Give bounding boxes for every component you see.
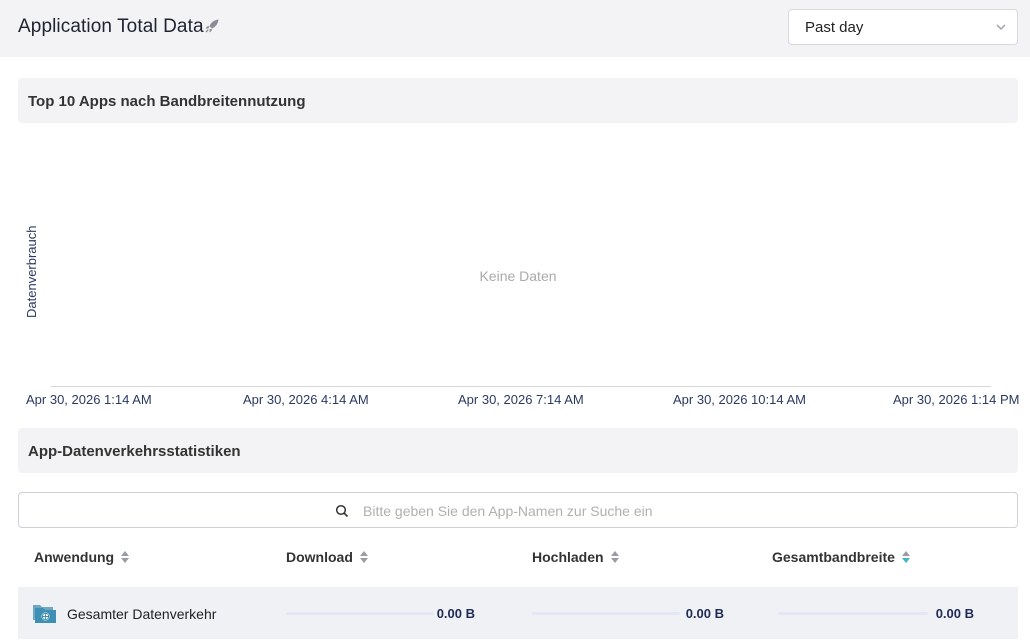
table-row[interactable]: Gesamter Datenverkehr 0.00 B 0.00 B 0.00… (18, 587, 1018, 639)
top-apps-heading: Top 10 Apps nach Bandbreitennutzung (28, 93, 306, 110)
column-label: Download (286, 549, 353, 565)
download-value: 0.00 B (436, 606, 475, 621)
column-label: Gesamtbandbreite (772, 549, 895, 565)
download-bar (286, 612, 434, 615)
time-range-value: Past day (805, 19, 864, 36)
total-bar (778, 612, 928, 615)
column-header-download[interactable]: Download (286, 549, 369, 565)
rocket-icon (205, 19, 219, 33)
sort-icon-active[interactable] (901, 550, 911, 564)
app-search-box[interactable] (18, 492, 1018, 528)
bandwidth-chart: Datenverbrauch Keine Daten Apr 30, 2026 … (18, 130, 1020, 420)
top-bar: Application Total Data Past day (0, 0, 1030, 57)
traffic-stats-heading: App-Datenverkehrsstatistiken (28, 443, 241, 460)
upload-bar (532, 612, 680, 615)
chart-x-axis-line (51, 386, 991, 387)
no-data-message: Keine Daten (479, 268, 557, 284)
column-header-total-bandwidth[interactable]: Gesamtbandbreite (772, 549, 911, 565)
app-search-input[interactable] (363, 499, 963, 523)
sort-icon[interactable] (359, 550, 369, 564)
x-tick-label: Apr 30, 2026 7:14 AM (458, 392, 584, 407)
x-tick-label: Apr 30, 2026 10:14 AM (673, 392, 806, 407)
column-label: Hochladen (532, 549, 604, 565)
column-label: Anwendung (34, 549, 115, 565)
search-icon (335, 504, 349, 518)
column-header-upload[interactable]: Hochladen (532, 549, 620, 565)
top-apps-header: Top 10 Apps nach Bandbreitennutzung (18, 78, 1018, 123)
traffic-stats-header: App-Datenverkehrsstatistiken (18, 428, 1018, 473)
time-range-select[interactable]: Past day (788, 9, 1018, 45)
chevron-down-icon (996, 24, 1006, 30)
table-header: Anwendung Download Hochladen Gesamtbandb… (18, 538, 1018, 578)
x-tick-label: Apr 30, 2026 1:14 PM (893, 392, 1020, 407)
total-value: 0.00 B (935, 606, 974, 621)
sort-icon[interactable] (610, 550, 620, 564)
x-tick-label: Apr 30, 2026 4:14 AM (243, 392, 369, 407)
upload-value: 0.00 B (685, 606, 724, 621)
app-name: Gesamter Datenverkehr (67, 606, 217, 622)
page-title: Application Total Data (18, 16, 204, 37)
folder-globe-icon (33, 605, 56, 623)
sort-icon[interactable] (120, 550, 130, 564)
x-tick-label: Apr 30, 2026 1:14 AM (26, 392, 152, 407)
column-header-application[interactable]: Anwendung (34, 549, 130, 565)
